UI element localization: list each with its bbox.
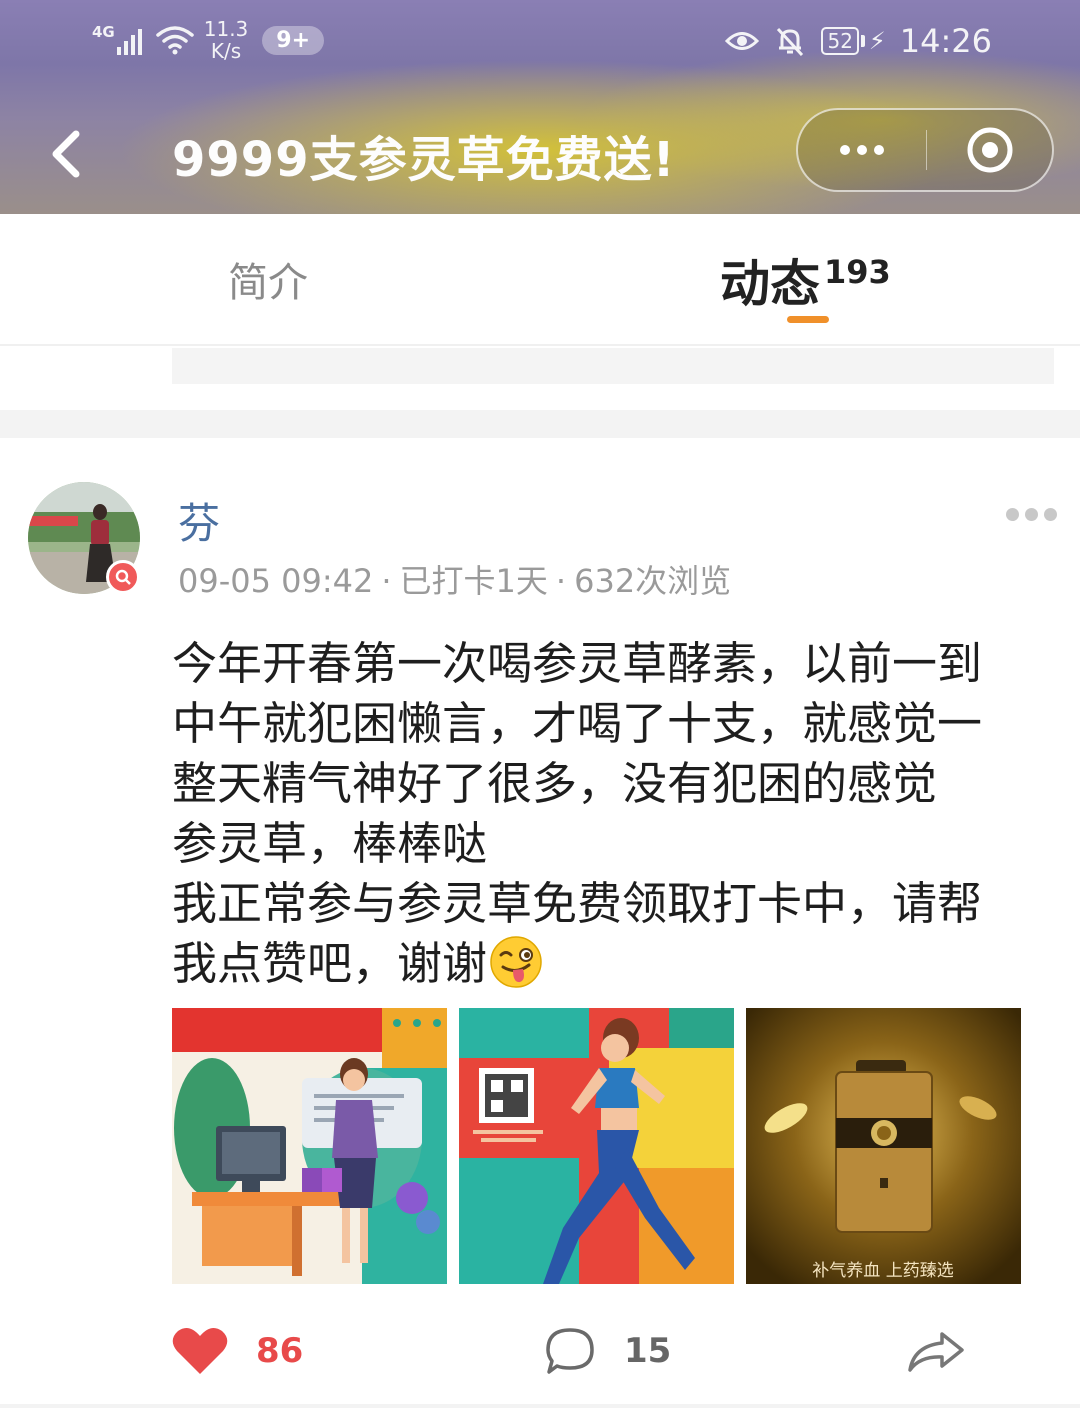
bell-muted-icon <box>777 27 804 56</box>
more-dots-icon <box>840 145 884 155</box>
tab-bar <box>0 214 1080 346</box>
photo-running[interactable] <box>459 1008 734 1284</box>
comment-count: 15 <box>624 1331 672 1371</box>
tab-feed-count: 193 <box>824 253 891 291</box>
speed-value: 11.3 <box>203 17 249 41</box>
post-body: 今年开春第一次喝参灵草酵素，以前一到 中午就犯困懒言，才喝了十支，就感觉一 整天… <box>172 634 1052 994</box>
post-line: 整天精气神好了很多，没有犯困的感觉 <box>172 757 938 810</box>
view-count: 632次浏览 <box>574 562 732 600</box>
post-line: 今年开春第一次喝参灵草酵素，以前一到 <box>172 637 983 690</box>
avatar-badge-icon <box>106 560 140 594</box>
speed-unit: K/s <box>210 39 242 63</box>
charging-icon: ⚡ <box>868 27 886 55</box>
active-tab-indicator <box>787 316 829 323</box>
photo-gift-box[interactable]: 补气养血 上药臻选 <box>746 1008 1021 1284</box>
network-label: 4G <box>92 23 115 41</box>
post-action-bar: 86 15 <box>0 1312 1080 1392</box>
meta-separator: · <box>381 562 392 600</box>
post-more-button[interactable] <box>1006 508 1057 521</box>
close-target-icon <box>967 127 1012 173</box>
network-speed: 11.3 K/s <box>204 18 249 62</box>
running-woman-illustration <box>459 1008 734 1284</box>
notification-badge: 9+ <box>262 25 325 55</box>
post-line: 参灵草，棒棒哒 <box>172 817 488 870</box>
gift-box-caption: 补气养血 上药臻选 <box>812 1261 953 1281</box>
tab-feed[interactable]: 动态 193 <box>720 244 891 316</box>
header-banner: 4G 11.3 K/s 9+ 52 ⚡ 14:26 9999支参灵草免费送! <box>0 0 1080 214</box>
post-line: 我正常参与参灵草免费领取打卡中，请帮 <box>172 877 983 930</box>
status-bar: 4G 11.3 K/s 9+ 52 ⚡ 14:26 <box>0 0 1080 90</box>
back-button[interactable] <box>40 124 90 184</box>
clock: 14:26 <box>899 22 992 60</box>
author-name[interactable]: 芬 <box>178 490 220 551</box>
photo-grid: 补气养血 上药臻选 <box>172 1008 1021 1284</box>
winking-tongue-emoji-icon <box>490 936 542 988</box>
like-count: 86 <box>256 1331 304 1371</box>
bottom-divider <box>0 1404 1080 1408</box>
previous-post-card <box>172 348 1054 384</box>
post-line-last: 我点赞吧，谢谢 <box>172 934 1052 994</box>
post-meta: 09-05 09:42 · 已打卡1天 · 632次浏览 <box>178 556 731 602</box>
eye-icon <box>725 32 760 50</box>
tab-intro[interactable]: 简介 <box>228 250 308 308</box>
heart-icon <box>172 1327 228 1374</box>
checkin-status: 已打卡1天 <box>399 562 548 600</box>
page-title: 9999支参灵草免费送! <box>172 132 676 188</box>
meta-separator: · <box>555 562 567 600</box>
comment-button[interactable]: 15 <box>544 1326 671 1376</box>
comment-icon <box>546 1328 594 1374</box>
like-button[interactable]: 86 <box>172 1326 303 1376</box>
share-icon <box>908 1332 964 1372</box>
battery-icon: 52 ⚡ <box>821 27 886 55</box>
post-line-text: 我点赞吧，谢谢 <box>172 937 488 990</box>
office-woman-illustration <box>172 1008 447 1284</box>
gold-gift-box: 补气养血 上药臻选 <box>746 1008 1021 1284</box>
mini-program-capsule <box>796 108 1054 192</box>
more-dots-icon <box>1006 508 1057 521</box>
more-button[interactable] <box>798 110 926 190</box>
signal-icon <box>116 25 142 55</box>
section-divider <box>0 410 1080 438</box>
battery-level: 52 <box>821 27 859 55</box>
post-line: 中午就犯困懒言，才喝了十支，就感觉一 <box>172 697 983 750</box>
back-chevron-icon <box>52 130 80 178</box>
photo-office[interactable] <box>172 1008 447 1284</box>
close-button[interactable] <box>927 110 1052 190</box>
share-button[interactable] <box>906 1330 966 1378</box>
wifi-icon <box>156 26 194 55</box>
post-date: 09-05 09:42 <box>178 562 374 600</box>
tab-feed-label: 动态 <box>720 255 820 313</box>
